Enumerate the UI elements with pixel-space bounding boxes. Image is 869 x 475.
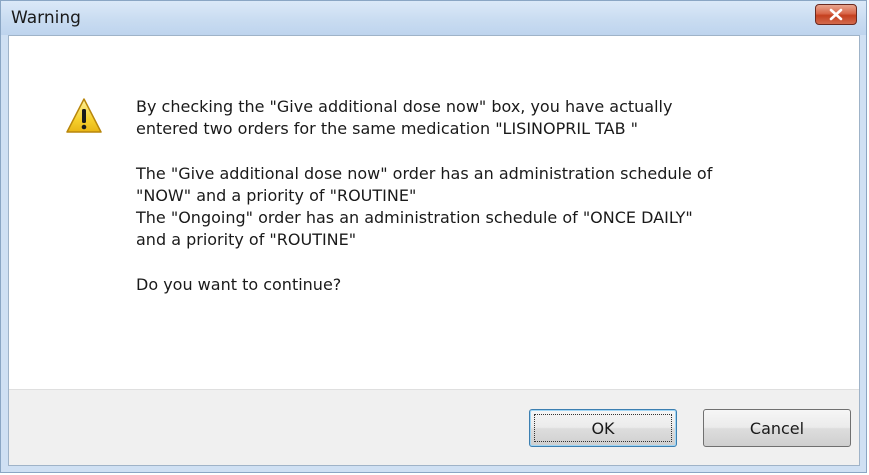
warning-icon [66,98,102,133]
cancel-button-label: Cancel [749,418,805,438]
close-icon [829,8,843,21]
window-title: Warning [11,8,81,28]
warning-dialog: Warning By checking the "Give additional… [0,0,867,473]
dialog-body: By checking the "Give additional dose no… [8,35,860,466]
message-line: The "Ongoing" order has an administratio… [136,208,693,227]
ok-button[interactable]: OK [529,409,677,447]
button-bar: OK Cancel [9,389,859,465]
title-bar[interactable]: Warning [1,1,866,35]
message-line: By checking the "Give additional dose no… [136,97,673,116]
message-area: By checking the "Give additional dose no… [9,36,859,389]
close-button[interactable] [815,4,857,25]
ok-button-label: OK [591,418,615,438]
message-line: entered two orders for the same medicati… [136,119,638,138]
message-line: The "Give additional dose now" order has… [136,164,713,183]
message-line: "NOW" and a priority of "ROUTINE" [136,186,417,205]
warning-message: By checking the "Give additional dose no… [136,96,836,296]
message-line: and a priority of "ROUTINE" [136,230,357,249]
confirmation-question: Do you want to continue? [136,275,342,294]
cancel-button[interactable]: Cancel [703,409,851,447]
